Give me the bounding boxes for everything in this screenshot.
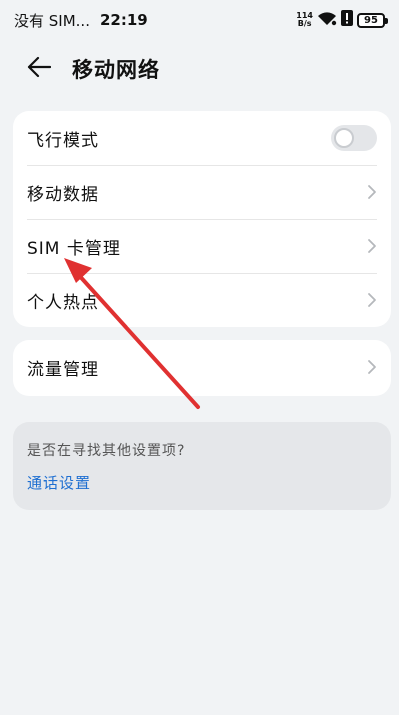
call-settings-link[interactable]: 通话设置 (27, 472, 377, 493)
settings-card-main: 飞行模式 移动数据 SIM 卡管理 个人热点 (13, 111, 391, 327)
chevron-right-icon (368, 239, 376, 253)
page-title: 移动网络 (72, 58, 160, 82)
sim-management-label: SIM 卡管理 (27, 238, 121, 259)
row-sim-management[interactable]: SIM 卡管理 (13, 219, 391, 273)
row-hotspot[interactable]: 个人热点 (13, 273, 391, 327)
chevron-right-icon (368, 185, 376, 199)
settings-card-data-usage: 流量管理 (13, 340, 391, 396)
suggestion-question: 是否在寻找其他设置项? (27, 443, 186, 459)
airplane-mode-toggle[interactable] (331, 125, 377, 151)
suggestion-card: 是否在寻找其他设置项? 通话设置 (13, 422, 391, 510)
header: 移动网络 (0, 44, 399, 90)
clock: 22:19 (99, 11, 148, 29)
status-left: 没有 SIM... 22:19 (14, 10, 148, 31)
network-speed: 114 B/s (296, 12, 313, 28)
data-usage-label: 流量管理 (27, 359, 99, 380)
status-right: 114 B/s 95 (296, 10, 388, 30)
carrier-text: 没有 SIM... (14, 11, 90, 30)
chevron-right-icon (368, 293, 376, 307)
chevron-right-icon (368, 360, 376, 374)
arrow-left-icon (27, 56, 51, 78)
row-mobile-data[interactable]: 移动数据 (13, 165, 391, 219)
wifi-icon (317, 11, 337, 30)
battery-level: 95 (364, 14, 378, 26)
status-bar: 没有 SIM... 22:19 114 B/s 95 (0, 0, 399, 40)
row-airplane-mode[interactable]: 飞行模式 (13, 111, 391, 165)
airplane-mode-label: 飞行模式 (27, 130, 99, 151)
hotspot-label: 个人热点 (27, 292, 99, 313)
row-data-usage[interactable]: 流量管理 (13, 340, 391, 394)
mobile-data-label: 移动数据 (27, 184, 99, 205)
back-button[interactable] (26, 54, 52, 80)
network-speed-unit: B/s (297, 19, 312, 28)
alert-icon (341, 10, 353, 30)
battery-icon: 95 (357, 12, 388, 28)
toggle-knob (334, 128, 354, 148)
